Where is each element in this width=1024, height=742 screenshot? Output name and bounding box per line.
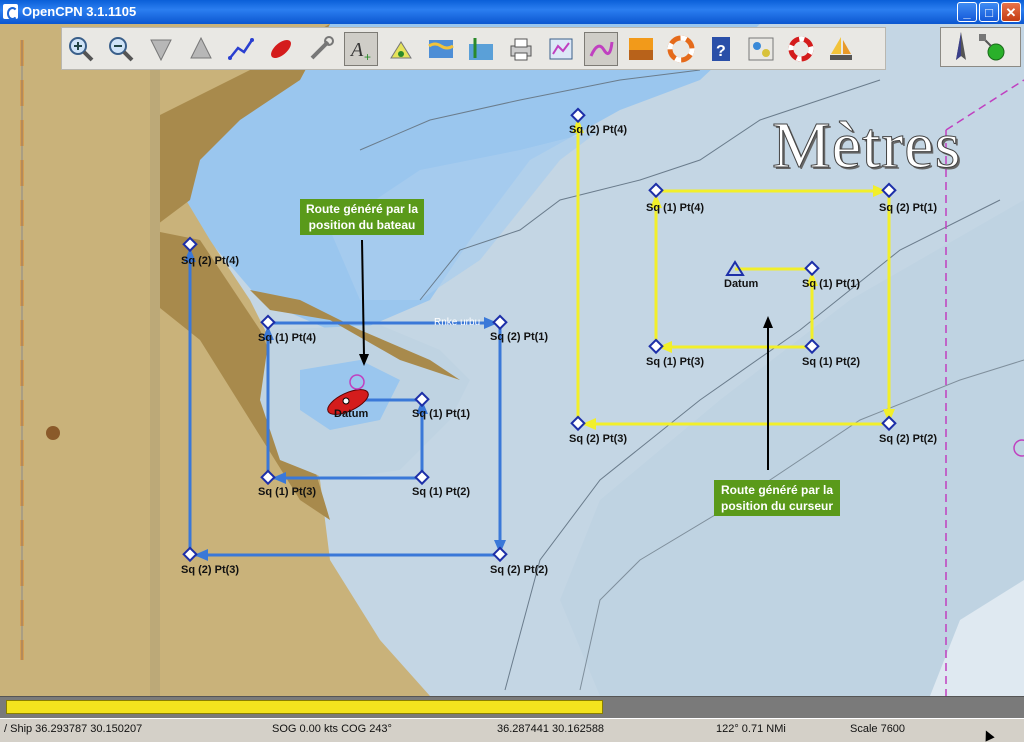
blue-sq2-pt2-label[interactable]: Sq (2) Pt(2)	[490, 564, 548, 576]
units-overlay-label: Mètres	[771, 109, 962, 183]
zoom-out-icon[interactable]	[104, 32, 138, 66]
gps-status-icon	[979, 34, 1005, 61]
track-icon[interactable]	[584, 32, 618, 66]
chart-quilt-fill	[6, 700, 603, 714]
status-bar: / Ship 36.293787 30.150207 SOG 0.00 kts …	[0, 718, 1024, 741]
yellow-datum-label[interactable]: Datum	[724, 278, 758, 290]
chart-quilt-bar[interactable]	[0, 696, 1024, 718]
sailboat-icon[interactable]	[824, 32, 858, 66]
route-icon[interactable]	[224, 32, 258, 66]
cursor-route-callout: Route généré par la position du curseur	[714, 480, 840, 516]
lifebuoy-icon[interactable]	[784, 32, 818, 66]
svg-text:?: ?	[716, 43, 726, 60]
close-button[interactable]: ✕	[1001, 2, 1021, 22]
plugin-icon[interactable]	[744, 32, 778, 66]
tide-icon[interactable]	[424, 32, 458, 66]
window-title: OpenCPN 3.1.1105	[22, 4, 137, 19]
harbour-name-label: Rnke urbu	[434, 317, 481, 328]
current-icon[interactable]	[384, 32, 418, 66]
svg-text:A: A	[349, 39, 364, 61]
blue-sq1-pt3-label[interactable]: Sq (1) Pt(3)	[258, 486, 316, 498]
color-scheme-icon[interactable]	[624, 32, 658, 66]
yellow-sq2-pt1-label[interactable]: Sq (2) Pt(1)	[879, 202, 937, 214]
blue-sq1-pt4-label[interactable]: Sq (1) Pt(4)	[258, 332, 316, 344]
boat-route-callout: Route généré par la position du bateau	[300, 199, 424, 235]
settings-icon[interactable]	[304, 32, 338, 66]
maximize-button[interactable]: □	[979, 2, 999, 22]
main-toolbar: A + ?	[61, 27, 886, 70]
blue-sq2-pt1-label[interactable]: Sq (2) Pt(1)	[490, 331, 548, 343]
yellow-sq1-pt3-label[interactable]: Sq (1) Pt(3)	[646, 356, 704, 368]
route-manager-icon[interactable]	[544, 32, 578, 66]
yellow-sq1-pt4-label[interactable]: Sq (1) Pt(4)	[646, 202, 704, 214]
yellow-sq2-pt3-label[interactable]: Sq (2) Pt(3)	[569, 433, 627, 445]
tide-level-icon[interactable]	[464, 32, 498, 66]
zoom-in-icon[interactable]	[64, 32, 98, 66]
opencpn-app-icon	[3, 4, 18, 20]
mob-icon[interactable]	[664, 32, 698, 66]
scale-up-icon[interactable]	[184, 32, 218, 66]
blue-sq1-pt1-label[interactable]: Sq (1) Pt(1)	[412, 408, 470, 420]
chart-canvas[interactable]: Mètres Route généré par la position du b…	[0, 24, 1024, 696]
compass-gps-panel[interactable]	[940, 27, 1021, 67]
blue-sq2-pt4-label[interactable]: Sq (2) Pt(4)	[181, 255, 239, 267]
title-bar: OpenCPN 3.1.1105 _ □ ✕	[0, 0, 1024, 24]
blue-sq2-pt3-label[interactable]: Sq (2) Pt(3)	[181, 564, 239, 576]
scale-down-icon[interactable]	[144, 32, 178, 66]
minimize-button[interactable]: _	[957, 2, 977, 22]
cursor-position-text: 36.287441 30.162588	[497, 723, 605, 735]
yellow-sq2-pt4-label[interactable]: Sq (2) Pt(4)	[569, 124, 627, 136]
scale-text: Scale 7600	[850, 723, 906, 735]
blue-sq1-pt2-label[interactable]: Sq (1) Pt(2)	[412, 486, 470, 498]
print-icon[interactable]	[504, 32, 538, 66]
svg-text:+: +	[364, 50, 371, 64]
ship-position-text: / Ship 36.293787 30.150207	[4, 723, 143, 735]
follow-ship-icon[interactable]	[264, 32, 298, 66]
help-icon[interactable]: ?	[704, 32, 738, 66]
yellow-sq2-pt2-label[interactable]: Sq (2) Pt(2)	[879, 433, 937, 445]
compass-icon	[956, 32, 966, 60]
bearing-distance-text: 122° 0.71 NMi	[716, 723, 786, 735]
yellow-sq1-pt1-label[interactable]: Sq (1) Pt(1)	[802, 278, 860, 290]
yellow-sq1-pt2-label[interactable]: Sq (1) Pt(2)	[802, 356, 860, 368]
blue-datum-label[interactable]: Datum	[334, 408, 368, 420]
text-icon[interactable]: A +	[344, 32, 378, 66]
sog-cog-text: SOG 0.00 kts COG 243°	[272, 723, 392, 735]
